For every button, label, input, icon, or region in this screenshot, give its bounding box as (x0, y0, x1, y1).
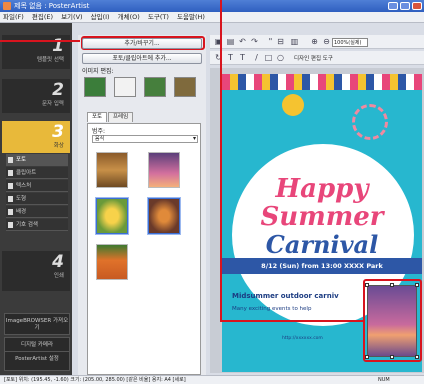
callout-line (220, 0, 222, 322)
poster-subtitle: Midsummer outdoor carniv (232, 292, 339, 300)
text-tool-icon[interactable]: T (226, 53, 235, 62)
sidebar-item-shape[interactable]: 도형 (6, 193, 68, 205)
menu-view[interactable]: 보기(V) (58, 13, 85, 21)
sun-decoration (282, 94, 304, 116)
step-3[interactable]: 3 화상 (2, 121, 70, 153)
window-title: 제목 없음 : PosterArtist (14, 2, 90, 10)
step-number: 4 (52, 252, 64, 272)
tab-photo[interactable]: 포토 (87, 112, 108, 122)
zoom-select[interactable]: 100%(실제) (332, 38, 368, 47)
sidebar-item-texture[interactable]: 텍스처 (6, 180, 68, 192)
close-button[interactable] (412, 2, 422, 10)
poster-url: http://xxxxxx.com (282, 336, 323, 341)
main-toolbar: ▣ ▤ ↶ ↷ " ⊟ ▥ ⊕ ⊖ 100%(실제) (210, 35, 424, 49)
photo-thumb-sunset[interactable] (148, 152, 180, 188)
step-label: 템플릿 선택 (36, 57, 64, 63)
poster-description: Many exciting events to help (232, 306, 312, 312)
text-icon[interactable]: " (266, 37, 275, 46)
undo-icon[interactable]: ↶ (238, 37, 247, 46)
photo-thumb-sunflower[interactable] (96, 198, 128, 234)
num-lock-indicator: NUM (378, 377, 390, 383)
zoom-out-icon[interactable]: ⊖ (322, 37, 331, 46)
photo-thumb-carrots[interactable] (96, 244, 128, 280)
category-select[interactable]: 음식 (92, 135, 198, 143)
menu-edit[interactable]: 편집(E) (29, 13, 56, 21)
sidebar-item-symbol-search[interactable]: 기호 검색 (6, 219, 68, 231)
callout-line (0, 40, 80, 42)
app-window: 제목 없음 : PosterArtist 파일(F) 편집(E) 보기(V) 삽… (0, 0, 424, 384)
sidebar-item-clipart[interactable]: 클립아트 (6, 167, 68, 179)
add-to-library-button[interactable]: 포토/클립아트에 추가... (82, 53, 202, 64)
photo-thumb-lion[interactable] (96, 152, 128, 188)
sidebar-item-background[interactable]: 배경 (6, 206, 68, 218)
print-icon[interactable]: ▤ (226, 37, 235, 46)
bunting-decoration (222, 74, 422, 90)
posterartist-settings-button[interactable]: PosterArtist 설정 (4, 351, 70, 371)
vertical-text-icon[interactable]: T (238, 53, 247, 62)
maximize-button[interactable] (400, 2, 410, 10)
poster-date-bar: 8/12 (Sun) from 13:00 XXXX Park (222, 258, 422, 274)
menu-object[interactable]: 개체(O) (115, 13, 143, 21)
image-edit-tool-1-icon[interactable] (84, 77, 106, 97)
image-edit-label: 이미지 편집: (82, 68, 114, 75)
step-2[interactable]: 2 문자 입력 (2, 79, 70, 113)
status-text: [포토] 위치: (195.45, -1.60) 크기: (205.00, 28… (4, 377, 186, 383)
title-bar: 제목 없음 : PosterArtist (0, 0, 424, 12)
menu-tools[interactable]: 도구(T) (145, 13, 172, 21)
menu-insert[interactable]: 삽입(I) (88, 13, 113, 21)
align-icon[interactable]: ⊟ (276, 37, 285, 46)
minimize-button[interactable] (388, 2, 398, 10)
step-panel: 1 템플릿 선택 2 문자 입력 3 화상 포토 클립아트 텍스처 도형 배경 … (0, 23, 72, 375)
image-effect-icon[interactable] (174, 77, 196, 97)
redo-icon[interactable]: ↷ (250, 37, 259, 46)
menu-bar: 파일(F) 편집(E) 보기(V) 삽입(I) 개체(O) 도구(T) 도움말(… (0, 12, 424, 23)
step-number: 2 (52, 80, 64, 100)
rectangle-tool-icon[interactable]: □ (264, 53, 273, 62)
add-replace-button[interactable]: 추가/바꾸기... (82, 38, 202, 49)
photo-gallery: 범주: 음식 (87, 123, 201, 375)
poster-title-summer: Summer (260, 202, 384, 232)
photo-thumb-papaya[interactable] (148, 198, 180, 234)
step-number: 3 (52, 122, 64, 142)
sidebar-item-photo[interactable]: 포토 (6, 154, 68, 166)
crop-icon[interactable] (114, 77, 136, 97)
step-4[interactable]: 4 인쇄 (2, 251, 70, 291)
step-label: 문자 입력 (42, 101, 64, 107)
image-panel: 추가/바꾸기... 포토/클립아트에 추가... 이미지 편집: 포토 프레임 … (78, 35, 206, 375)
image-adjust-icon[interactable] (144, 77, 166, 97)
layout-icon[interactable]: ▥ (290, 37, 299, 46)
zoom-in-icon[interactable]: ⊕ (310, 37, 319, 46)
ellipse-tool-icon[interactable]: ○ (276, 53, 285, 62)
highlight-frame (363, 279, 422, 362)
tab-frame[interactable]: 프레임 (108, 112, 134, 122)
poster-title-carnival: Carnival (265, 230, 379, 259)
menu-help[interactable]: 도움말(H) (174, 13, 208, 21)
app-icon (3, 2, 11, 10)
imagebrowser-import-button[interactable]: ImageBROWSER 가져오기 (4, 313, 70, 335)
step-label: 인쇄 (53, 273, 64, 279)
status-bar: [포토] 위치: (195.45, -1.60) 크기: (205.00, 28… (0, 375, 424, 384)
line-tool-icon[interactable]: / (252, 53, 261, 62)
category-label: 범주: (92, 128, 106, 135)
design-edit-tools-label[interactable]: 디자인 편집 도구 (294, 54, 333, 62)
step-label: 화상 (53, 143, 64, 149)
edit-toolbar: ↻ T T / □ ○ 디자인 편집 도구 (210, 51, 424, 65)
menu-file[interactable]: 파일(F) (0, 13, 27, 21)
callout-line (220, 320, 365, 322)
poster-title-happy: Happy (275, 174, 369, 204)
firework-decoration (352, 104, 388, 140)
